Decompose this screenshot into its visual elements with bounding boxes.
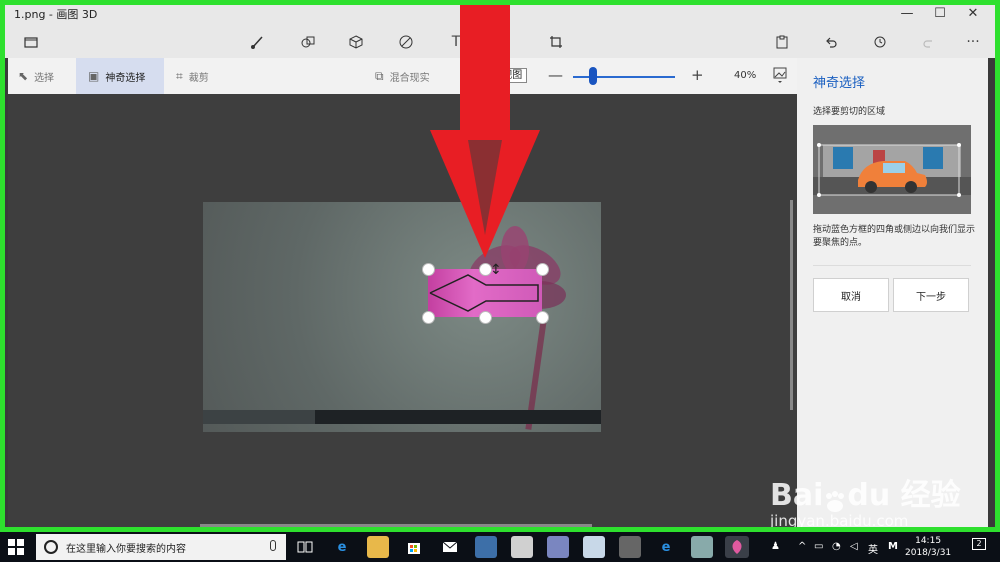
start-button[interactable]	[8, 539, 24, 555]
system-clock[interactable]: 14:15 2018/3/31	[905, 535, 951, 559]
preview-image	[813, 125, 971, 214]
horizontal-scrollbar[interactable]	[200, 524, 592, 527]
zoom-in-button[interactable]: +	[691, 66, 704, 84]
panel-subtitle: 选择要剪切的区域	[813, 107, 886, 117]
ime-indicator[interactable]: 英	[868, 541, 878, 556]
crop-icon: ⌗	[176, 68, 183, 83]
selection-handle-bottom-right[interactable]	[536, 311, 549, 324]
history-icon[interactable]	[868, 30, 892, 54]
panel-description: 拖动蓝色方框的四角或侧边以向我们显示要聚焦的点。	[813, 225, 976, 248]
cursor-icon: ⬉	[18, 69, 29, 83]
microphone-icon[interactable]	[270, 540, 276, 551]
file-explorer-icon[interactable]	[367, 536, 389, 558]
3d-shapes-icon[interactable]	[344, 30, 368, 54]
remote-desktop-icon[interactable]	[475, 536, 497, 558]
cancel-button[interactable]: 取消	[813, 278, 889, 312]
minimize-button[interactable]: —	[890, 0, 924, 26]
taskbar-search-placeholder: 在这里输入你要搜索的内容	[66, 543, 186, 555]
maximize-button[interactable]: ☐	[923, 0, 957, 26]
snipping-tool-icon[interactable]	[511, 536, 533, 558]
panel-divider	[813, 265, 971, 266]
paint-3d-icon[interactable]	[725, 536, 749, 558]
next-button[interactable]: 下一步	[893, 278, 969, 312]
show-hidden-icons[interactable]: ^	[798, 541, 806, 552]
document-taskbar-search	[203, 410, 315, 424]
redo-icon[interactable]	[917, 30, 941, 54]
clock-time: 14:15	[915, 536, 942, 546]
selection-subtoolbar: ⬉ 选择 ▣ 神奇选择 ⌗ 裁剪 ⧉ 混合现实 3D 视图 — + 40%	[8, 58, 798, 94]
store-icon[interactable]	[403, 536, 425, 558]
magic-select-icon: ▣	[88, 69, 100, 83]
window-title: 1.png - 画图 3D	[14, 8, 98, 21]
notepad-icon[interactable]	[583, 536, 605, 558]
paint-icon[interactable]	[547, 536, 569, 558]
watermark-logo: Bai du 经验	[770, 478, 961, 513]
panel-title: 神奇选择	[813, 76, 866, 91]
close-button[interactable]: ✕	[956, 0, 990, 26]
calculator-icon[interactable]	[619, 536, 641, 558]
crop-label: 裁剪	[188, 72, 209, 84]
zoom-slider-thumb[interactable]	[589, 67, 597, 85]
mixed-reality-icon: ⧉	[375, 68, 384, 83]
vertical-scrollbar[interactable]	[790, 200, 793, 410]
paint-app-icon[interactable]	[691, 536, 713, 558]
ime-mode-indicator[interactable]: M	[888, 541, 898, 552]
magic-select-panel: 神奇选择 选择要剪切的区域 拖动蓝色方框的四角或侧边以向我们显示要聚焦的点。 取…	[797, 58, 988, 532]
menu-folder-icon[interactable]	[19, 30, 43, 54]
ie-browser-icon[interactable]: e	[655, 536, 677, 558]
task-view-icon[interactable]	[294, 536, 316, 558]
volume-icon[interactable]: ◁	[850, 541, 858, 552]
baidu-watermark: Bai du 经验 jingyan.baidu.com	[770, 470, 961, 530]
taskbar-search-box[interactable]: 在这里输入你要搜索的内容	[36, 534, 286, 560]
selection-handle-bottom-left[interactable]	[422, 311, 435, 324]
zoom-percent: 40%	[734, 70, 757, 81]
windows-taskbar: 在这里输入你要搜索的内容 e e ♟ ^ ▭ ◔ ◁ 英 M 14:15 201…	[0, 532, 1000, 562]
magic-select-button[interactable]: ▣ 神奇选择	[76, 58, 164, 94]
notification-center-icon[interactable]: 2	[972, 538, 986, 550]
crop-button[interactable]: ⌗ 裁剪	[176, 58, 236, 94]
red-down-arrow-icon	[430, 0, 540, 258]
zoom-out-button[interactable]: —	[548, 66, 563, 84]
network-icon[interactable]: ◔	[832, 541, 841, 552]
image-view-icon[interactable]	[773, 67, 787, 86]
clock-date: 2018/3/31	[905, 548, 952, 558]
watermark-url: jingyan.baidu.com	[770, 512, 909, 530]
paste-icon[interactable]	[770, 30, 794, 54]
stickers-icon[interactable]	[394, 30, 418, 54]
brush-icon[interactable]	[245, 30, 269, 54]
edge-browser-icon[interactable]: e	[331, 536, 353, 558]
notification-count: 2	[972, 538, 986, 550]
battery-icon[interactable]: ▭	[814, 541, 823, 552]
left-arrow-shape	[429, 274, 539, 312]
magic-select-label: 神奇选择	[105, 72, 146, 84]
2d-shapes-icon[interactable]	[296, 30, 320, 54]
select-tool-label: 选择	[34, 72, 55, 84]
undo-icon[interactable]	[819, 30, 843, 54]
select-tool-button[interactable]: ⬉ 选择	[18, 58, 78, 94]
selection-handle-bottom[interactable]	[479, 311, 492, 324]
people-icon[interactable]: ♟	[771, 541, 780, 552]
mail-icon[interactable]	[439, 536, 461, 558]
cortana-icon	[44, 540, 58, 554]
screenshot-root: 1.png - 画图 3D — ☐ ✕ T ··· ⬉ 选择 ▣ 神奇选择 ⌗ …	[0, 0, 1000, 562]
more-options-button[interactable]: ···	[961, 30, 985, 54]
